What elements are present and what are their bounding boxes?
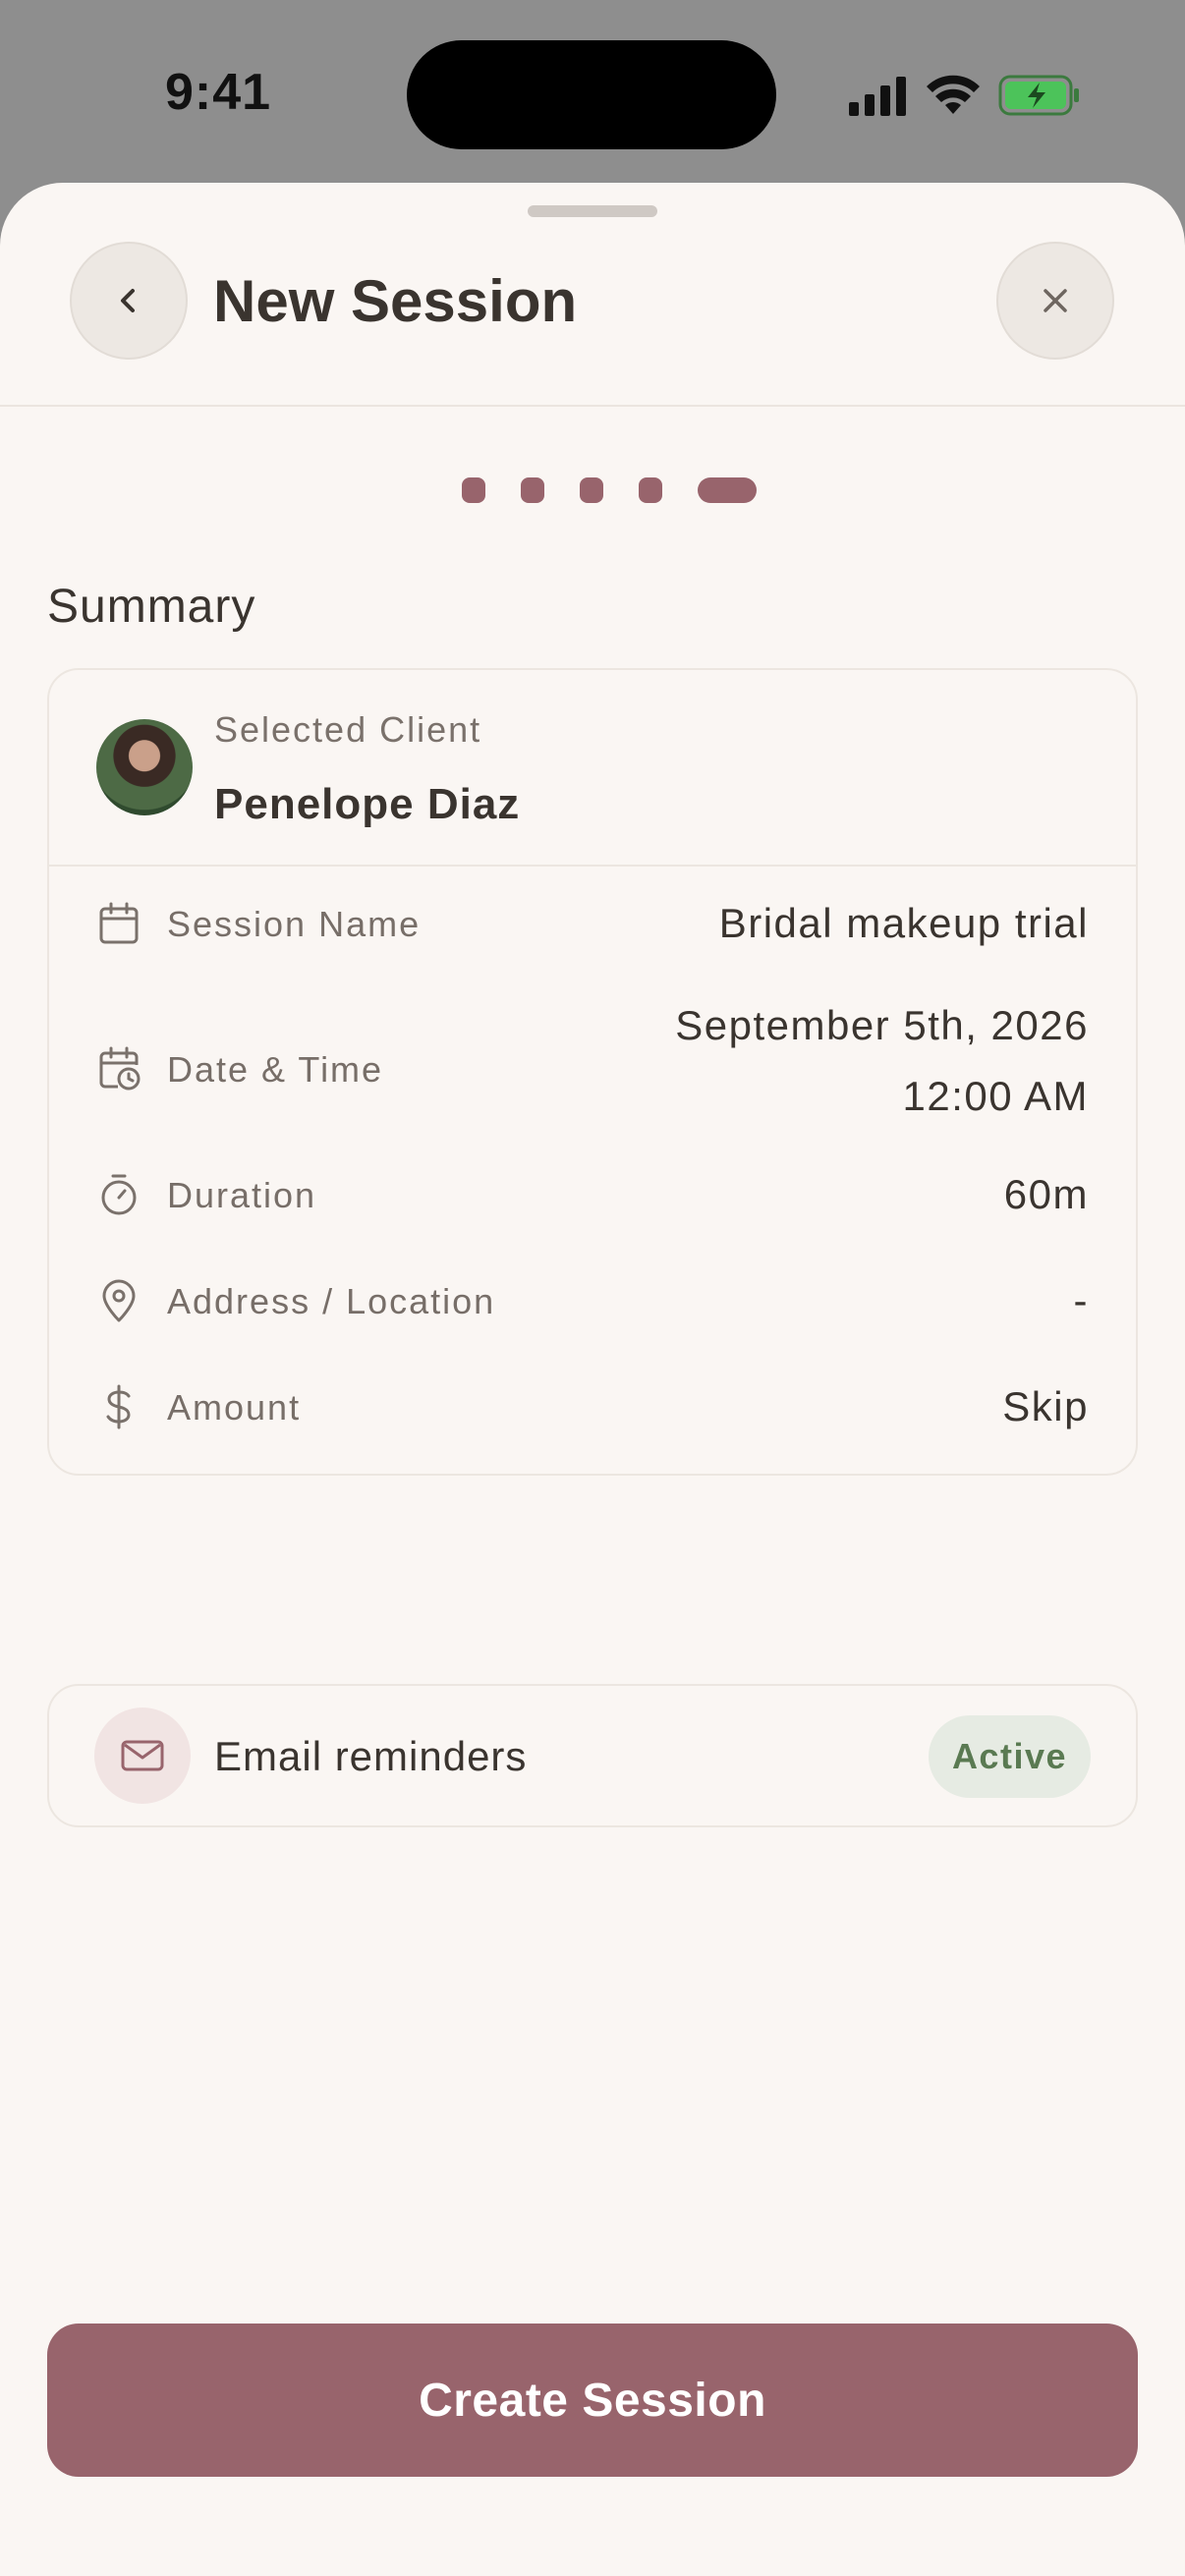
create-session-button[interactable]: Create Session: [47, 2324, 1138, 2477]
session-name-row: Session Name Bridal makeup trial: [49, 894, 1136, 953]
status-bar: 9:41: [0, 0, 1185, 187]
section-title-summary: Summary: [47, 581, 256, 633]
calendar-clock-icon: [99, 1046, 141, 1091]
summary-card: Selected Client Penelope Diaz Session Na…: [47, 668, 1138, 1476]
email-reminders-label: Email reminders: [214, 1733, 528, 1779]
avatar: [96, 719, 193, 815]
duration-value: 60m: [1003, 1171, 1089, 1217]
date-time-value: September 5th, 2026 12:00 AM: [675, 990, 1089, 1132]
date-time-row: Date & Time September 5th, 2026 12:00 AM: [49, 990, 1136, 1138]
page-title: New Session: [213, 268, 578, 334]
header-divider: [0, 405, 1185, 407]
amount-label: Amount: [167, 1387, 302, 1428]
status-badge: Active: [928, 1715, 1091, 1798]
location-row: Address / Location -: [49, 1271, 1136, 1330]
step-dot-active: [698, 477, 757, 503]
battery-charging-icon: [998, 75, 1079, 116]
cellular-signal-icon: [849, 77, 906, 116]
date-value: September 5th, 2026: [675, 1002, 1089, 1048]
dynamic-island: [407, 40, 776, 149]
dollar-icon: [106, 1384, 131, 1429]
selected-client-row[interactable]: Selected Client Penelope Diaz: [49, 670, 1136, 865]
timer-icon: [101, 1174, 137, 1215]
card-divider: [49, 865, 1136, 867]
client-label: Selected Client: [214, 709, 482, 750]
calendar-icon: [99, 902, 139, 944]
session-name-value: Bridal makeup trial: [718, 900, 1089, 946]
step-indicator: [462, 477, 757, 503]
close-icon: [1044, 289, 1067, 312]
bottom-sheet: New Session Summary Selected Client Pene…: [0, 183, 1185, 2576]
amount-row: Amount Skip: [49, 1377, 1136, 1436]
duration-row: Duration 60m: [49, 1165, 1136, 1224]
duration-label: Duration: [167, 1175, 317, 1215]
date-time-label: Date & Time: [167, 1049, 384, 1090]
location-pin-icon: [102, 1279, 136, 1322]
chevron-left-icon: [121, 289, 135, 312]
location-value: -: [1073, 1277, 1089, 1323]
session-name-label: Session Name: [167, 904, 422, 944]
close-button[interactable]: [996, 242, 1114, 360]
mail-icon: [121, 1740, 164, 1771]
mail-icon-badge: [94, 1708, 191, 1804]
amount-value: Skip: [1002, 1383, 1089, 1429]
status-time: 9:41: [165, 64, 272, 121]
location-label: Address / Location: [167, 1281, 496, 1321]
back-button[interactable]: [70, 242, 188, 360]
email-reminders-card[interactable]: Email reminders Active: [47, 1684, 1138, 1827]
time-value: 12:00 AM: [902, 1073, 1089, 1119]
step-dot: [639, 477, 662, 503]
client-name: Penelope Diaz: [214, 780, 521, 828]
wifi-icon: [927, 75, 980, 114]
step-dot: [462, 477, 485, 503]
step-dot: [580, 477, 603, 503]
sheet-grabber[interactable]: [528, 205, 657, 217]
step-dot: [521, 477, 544, 503]
